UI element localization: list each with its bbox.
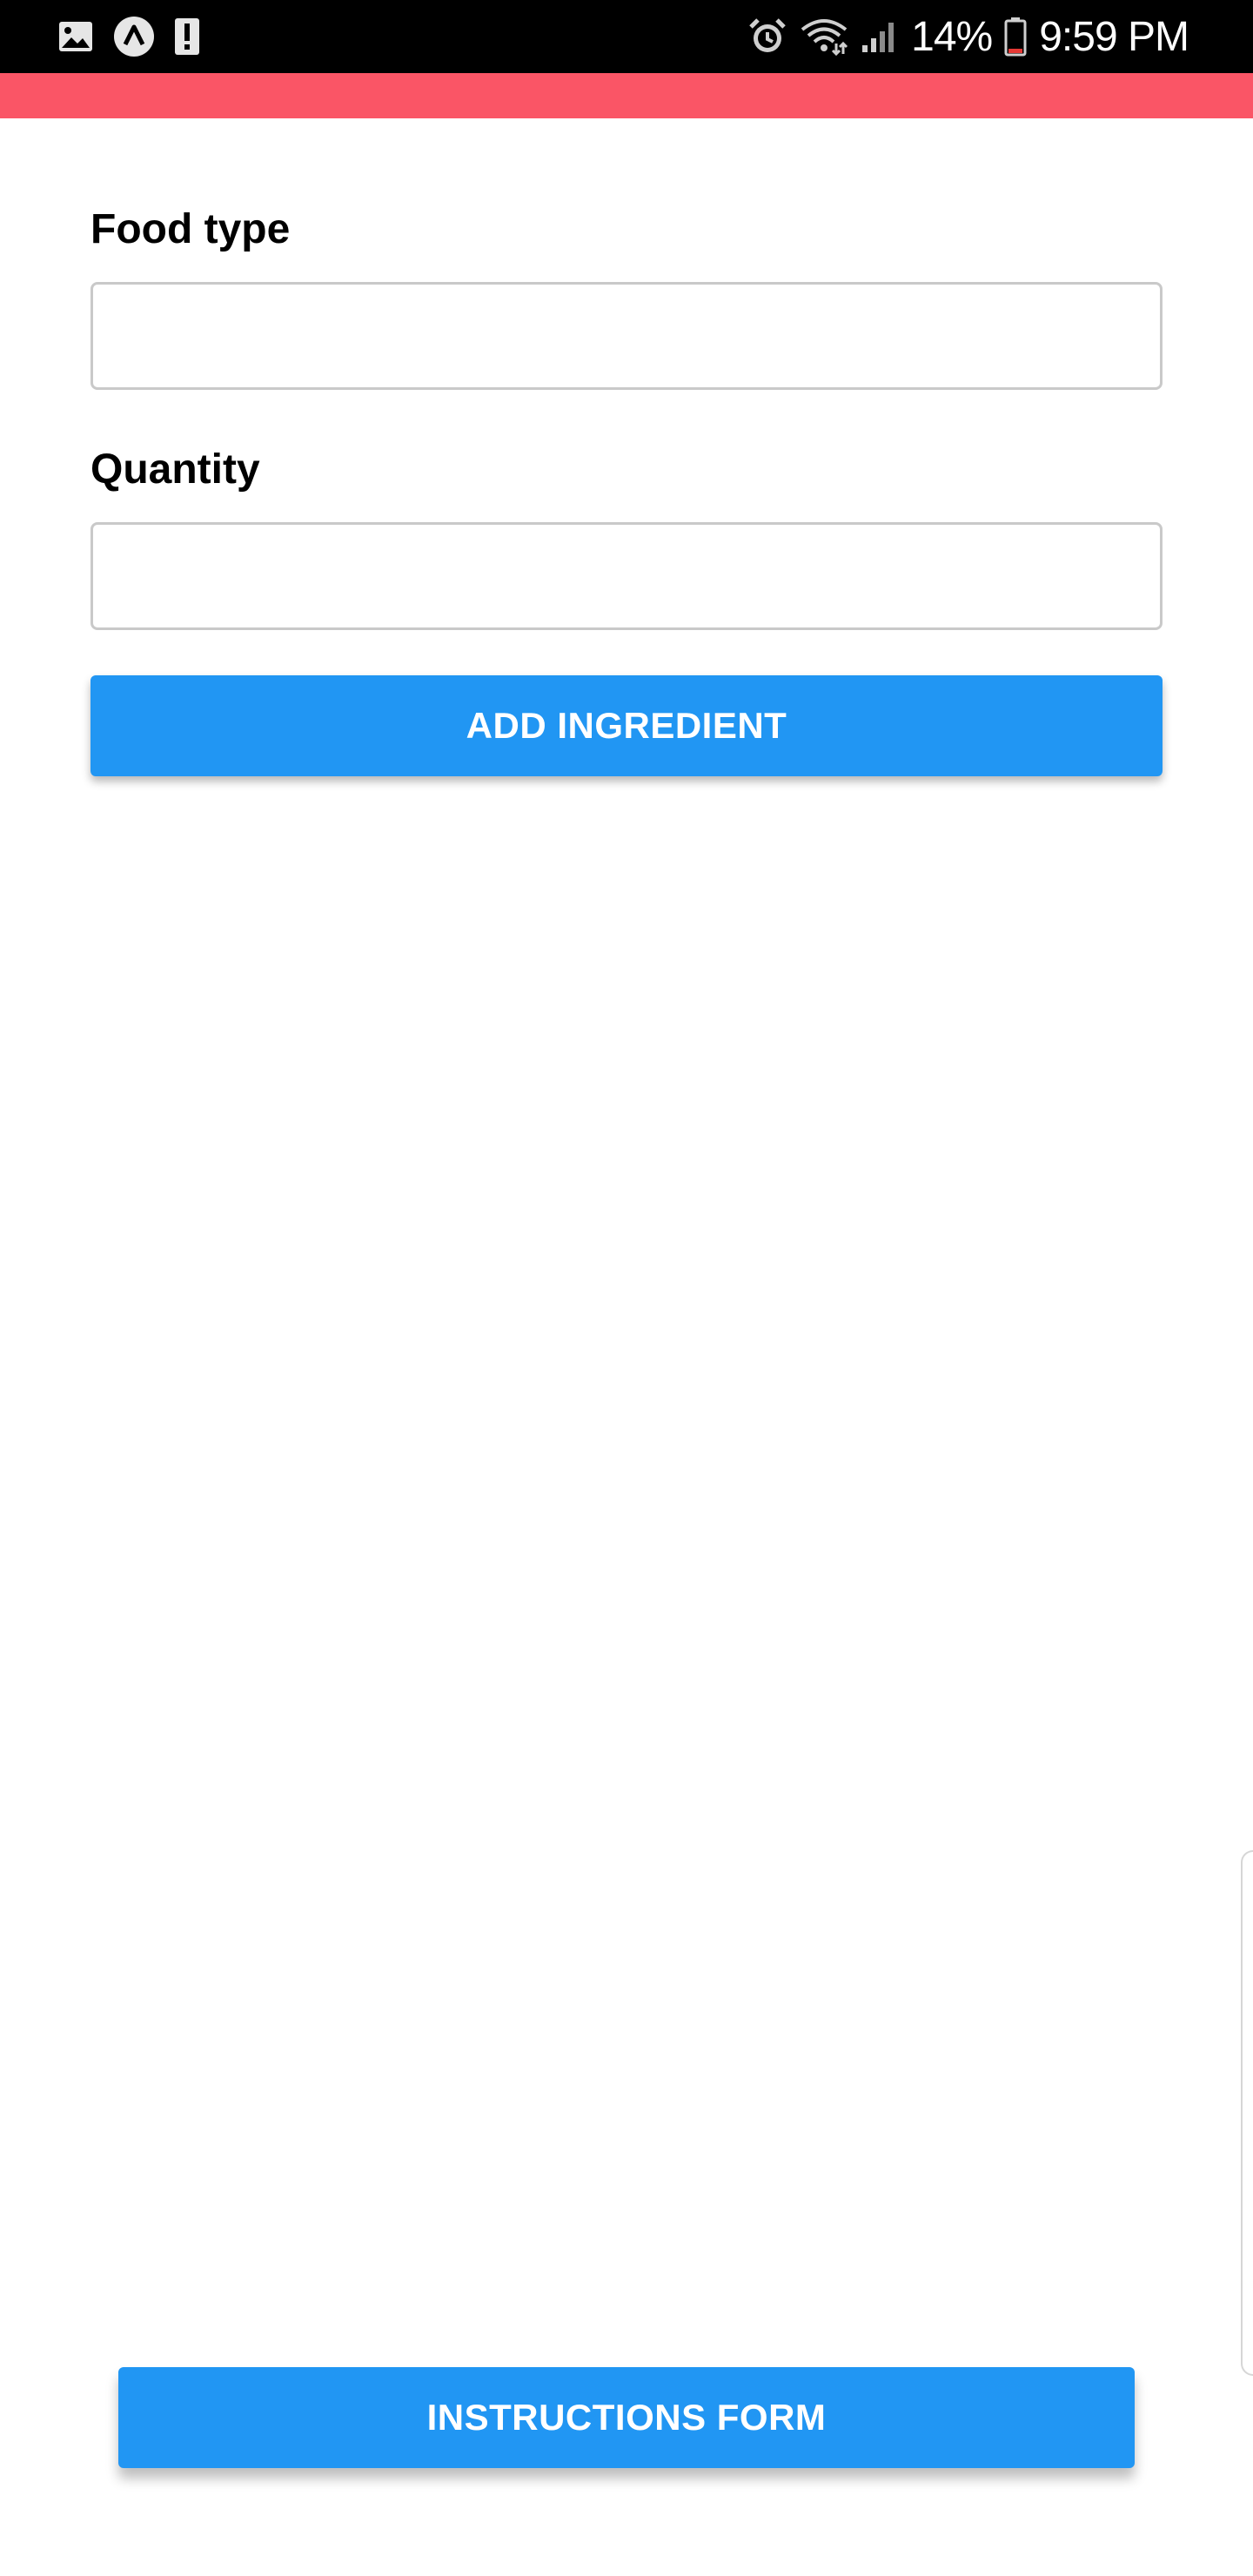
notification-icons bbox=[57, 16, 200, 57]
header-accent-bar bbox=[0, 73, 1253, 118]
instructions-form-button[interactable]: INSTRUCTIONS FORM bbox=[118, 2367, 1135, 2468]
alarm-icon bbox=[747, 17, 787, 57]
food-type-label: Food type bbox=[90, 206, 291, 252]
signal-icon bbox=[861, 19, 899, 54]
clock-time: 9:59 PM bbox=[1039, 13, 1189, 60]
alert-icon bbox=[174, 17, 200, 56]
status-bar: 14% 9:59 PM bbox=[0, 0, 1253, 73]
app-icon bbox=[113, 16, 155, 57]
system-status: 14% 9:59 PM bbox=[747, 9, 1189, 64]
add-ingredient-button[interactable]: ADD INGREDIENT bbox=[90, 675, 1163, 776]
image-icon bbox=[57, 20, 94, 53]
battery-percentage: 14% bbox=[911, 13, 993, 60]
wifi-icon bbox=[800, 17, 848, 56]
battery-icon bbox=[1004, 17, 1027, 57]
food-type-input[interactable] bbox=[90, 282, 1163, 390]
scroll-handle[interactable] bbox=[1241, 1850, 1253, 2376]
quantity-label: Quantity bbox=[90, 446, 260, 493]
quantity-input[interactable] bbox=[90, 522, 1163, 630]
app-screen: 14% 9:59 PM Food type Quantity ADD INGRE… bbox=[0, 0, 1253, 2576]
